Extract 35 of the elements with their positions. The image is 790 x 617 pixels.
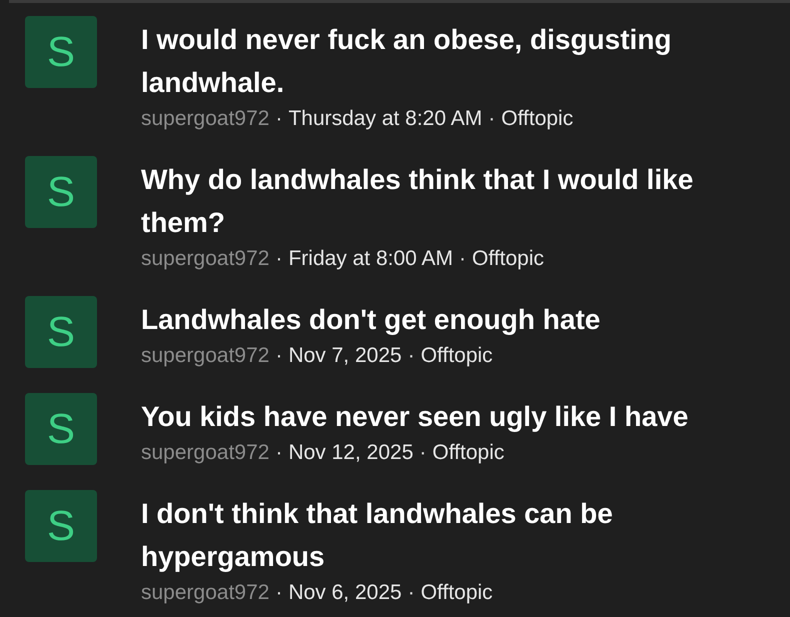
separator: ·	[408, 581, 415, 605]
separator: ·	[419, 441, 426, 465]
user-avatar: S	[25, 156, 97, 228]
separator: ·	[275, 344, 282, 368]
user-avatar: S	[25, 393, 97, 465]
separator: ·	[275, 107, 282, 131]
separator: ·	[459, 247, 466, 271]
username-link[interactable]: supergoat972	[141, 247, 270, 271]
username-link[interactable]: supergoat972	[141, 441, 270, 465]
user-avatar: S	[25, 296, 97, 368]
thread-title[interactable]: I would never fuck an obese, disgusting landwhale.	[141, 18, 782, 104]
post-date: Nov 7, 2025	[288, 344, 402, 368]
separator: ·	[488, 107, 496, 131]
forum-link[interactable]: Offtopic	[420, 581, 493, 605]
post-date: Nov 12, 2025	[288, 441, 414, 465]
post-date: Thursday at 8:20 AM	[288, 107, 482, 131]
thread-title[interactable]: Landwhales don't get enough hate	[141, 298, 782, 341]
post-date: Friday at 8:00 AM	[288, 247, 454, 271]
user-avatar: S	[25, 16, 97, 88]
forum-link[interactable]: Offtopic	[501, 107, 574, 131]
forum-link[interactable]: Offtopic	[472, 247, 544, 271]
forum-link[interactable]: Offtopic	[432, 441, 504, 465]
forum-link[interactable]: Offtopic	[420, 344, 493, 368]
thread-title[interactable]: Why do landwhales think that I would like them?	[141, 158, 782, 244]
separator: ·	[275, 441, 282, 465]
separator: ·	[275, 247, 282, 271]
separator: ·	[275, 581, 282, 605]
username-link[interactable]: supergoat972	[141, 581, 270, 605]
separator: ·	[408, 344, 415, 368]
username-link[interactable]: supergoat972	[141, 344, 270, 368]
post-date: Nov 6, 2025	[288, 581, 402, 605]
thread-title[interactable]: You kids have never seen ugly like I have	[141, 395, 782, 438]
username-link[interactable]: supergoat972	[141, 107, 270, 131]
user-avatar: S	[25, 490, 97, 562]
thread-title[interactable]: I don't think that landwhales can be hypergamous	[141, 492, 782, 578]
